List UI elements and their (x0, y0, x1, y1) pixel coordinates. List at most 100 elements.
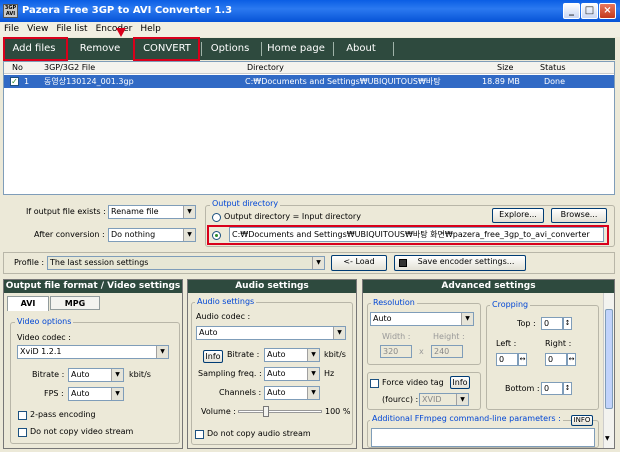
fourcc-label: (fourcc) : (382, 395, 419, 404)
audio-bitrate-select[interactable]: Auto ▼ (264, 348, 320, 362)
about-button[interactable]: About (337, 38, 385, 60)
crop-right-spinner[interactable]: ↔ (567, 353, 576, 366)
fps-label: FPS : (44, 389, 64, 398)
load-profile-button[interactable]: <- Load (331, 255, 387, 271)
tab-avi[interactable]: AVI (7, 296, 49, 311)
minimize-button[interactable]: _ (563, 3, 580, 19)
video-codec-select[interactable]: XviD 1.2.1 ▼ (17, 345, 169, 359)
no-copy-audio-checkbox[interactable] (195, 430, 204, 439)
row-directory: C:₩Documents and Settings₩UBIQUITOUS₩바탕 (245, 77, 441, 86)
save-icon (399, 259, 407, 267)
save-encoder-settings-button[interactable]: Save encoder settings... (394, 255, 526, 271)
toolbar-separator (133, 42, 134, 56)
chevron-down-icon: ▼ (111, 369, 123, 381)
col-no[interactable]: No (12, 62, 23, 74)
ffmpeg-info-button[interactable]: INFO (571, 415, 593, 426)
crop-bottom-input[interactable]: 0 (541, 382, 563, 395)
menu-file-list[interactable]: File list (52, 22, 91, 37)
row-checkbox[interactable]: ✓ (10, 77, 19, 86)
radio-same-dir-label: Output directory = Input directory (224, 212, 361, 221)
video-panel-title: Output file format / Video settings (4, 280, 182, 293)
channels-select[interactable]: Auto ▼ (264, 386, 320, 400)
row-no: 1 (24, 77, 30, 86)
close-button[interactable]: × (599, 3, 616, 19)
audio-info-button[interactable]: Info (203, 350, 223, 363)
advanced-scrollbar[interactable]: ▼ (603, 293, 614, 448)
if-exists-value: Rename file (111, 207, 159, 216)
radio-custom-dir[interactable] (212, 231, 221, 240)
row-status: Done (544, 77, 566, 86)
col-status[interactable]: Status (540, 62, 566, 74)
chevron-down-icon: ▼ (111, 388, 123, 400)
crop-bottom-label: Bottom : (505, 384, 540, 393)
home-page-button[interactable]: Home page (265, 38, 327, 60)
crop-top-spinner[interactable]: ↕ (563, 317, 572, 330)
after-conversion-label: After conversion : (34, 230, 105, 239)
volume-label: Volume : (201, 407, 236, 416)
video-codec-label: Video codec : (17, 333, 71, 342)
audio-bitrate-unit: kbit/s (324, 350, 346, 359)
crop-left-spinner[interactable]: ↔ (518, 353, 527, 366)
chevron-down-icon: ▼ (307, 387, 319, 399)
explore-button[interactable]: Explore... (492, 208, 544, 223)
scrollbar-thumb[interactable] (605, 309, 613, 409)
sampling-freq-label: Sampling freq. : (198, 369, 262, 378)
menu-view[interactable]: View (23, 22, 52, 37)
radio-same-dir[interactable] (212, 213, 221, 222)
force-tag-info-button[interactable]: Info (450, 376, 470, 389)
crop-left-label: Left : (496, 339, 517, 348)
resolution-select[interactable]: Auto ▼ (370, 312, 474, 326)
sampling-freq-value: Auto (267, 369, 286, 378)
col-size[interactable]: Size (497, 62, 513, 74)
maximize-button[interactable]: □ (581, 3, 598, 19)
force-tag-checkbox[interactable] (370, 379, 379, 388)
audio-codec-select[interactable]: Auto ▼ (196, 326, 346, 340)
profile-label: Profile : (14, 258, 45, 267)
video-bitrate-select[interactable]: Auto ▼ (68, 368, 124, 382)
toolbar-separator (261, 42, 262, 56)
file-list[interactable]: No 3GP/3G2 File Directory Size Status ✓ … (3, 61, 615, 195)
volume-slider-thumb[interactable] (262, 406, 269, 417)
chevron-down-icon: ▼ (461, 313, 473, 325)
toolbar-separator (201, 42, 202, 56)
sampling-freq-select[interactable]: Auto ▼ (264, 367, 320, 381)
options-button[interactable]: Options (205, 38, 255, 60)
two-pass-checkbox[interactable] (18, 411, 27, 420)
menu-encoder[interactable]: Encoder (92, 22, 137, 37)
width-input[interactable]: 320 (380, 345, 412, 358)
add-files-button[interactable]: Add files (5, 38, 63, 60)
no-copy-video-label: Do not copy video stream (30, 427, 134, 436)
fps-select[interactable]: Auto ▼ (68, 387, 124, 401)
fourcc-select[interactable]: XVID ▼ (419, 393, 469, 406)
profile-select[interactable]: The last session settings ▼ (47, 256, 325, 270)
crop-top-label: Top : (517, 319, 536, 328)
width-label: Width : (382, 332, 411, 341)
scroll-down-icon[interactable]: ▼ (605, 435, 610, 442)
force-tag-label: Force video tag (382, 378, 444, 387)
crop-bottom-spinner[interactable]: ↕ (563, 382, 572, 395)
profile-value: The last session settings (50, 258, 149, 267)
tab-mpg[interactable]: MPG (50, 296, 100, 310)
browse-button[interactable]: Browse... (551, 208, 607, 223)
crop-right-input[interactable]: 0 (545, 353, 567, 366)
remove-button[interactable]: Remove (71, 38, 129, 60)
toolbar-separator (67, 42, 68, 56)
list-header: No 3GP/3G2 File Directory Size Status (4, 62, 614, 74)
convert-button[interactable]: CONVERT (137, 38, 197, 60)
crop-left-input[interactable]: 0 (496, 353, 518, 366)
ffmpeg-input[interactable] (371, 428, 595, 447)
table-row[interactable]: ✓ 1 동영상130124_001.3gp C:₩Documents and S… (4, 75, 614, 88)
after-conversion-select[interactable]: Do nothing ▼ (108, 228, 196, 242)
height-input[interactable]: 240 (431, 345, 463, 358)
volume-slider[interactable] (238, 410, 322, 413)
menu-file[interactable]: File (0, 22, 23, 37)
x-label: x (419, 347, 424, 356)
col-directory[interactable]: Directory (247, 62, 284, 74)
no-copy-video-checkbox[interactable] (18, 428, 27, 437)
if-exists-select[interactable]: Rename file ▼ (108, 205, 196, 219)
audio-bitrate-value: Auto (267, 350, 286, 359)
output-directory-input[interactable]: C:₩Documents and Settings₩UBIQUITOUS₩바탕 … (229, 227, 604, 242)
crop-top-input[interactable]: 0 (541, 317, 563, 330)
menu-help[interactable]: Help (136, 22, 165, 37)
col-file[interactable]: 3GP/3G2 File (44, 62, 95, 74)
